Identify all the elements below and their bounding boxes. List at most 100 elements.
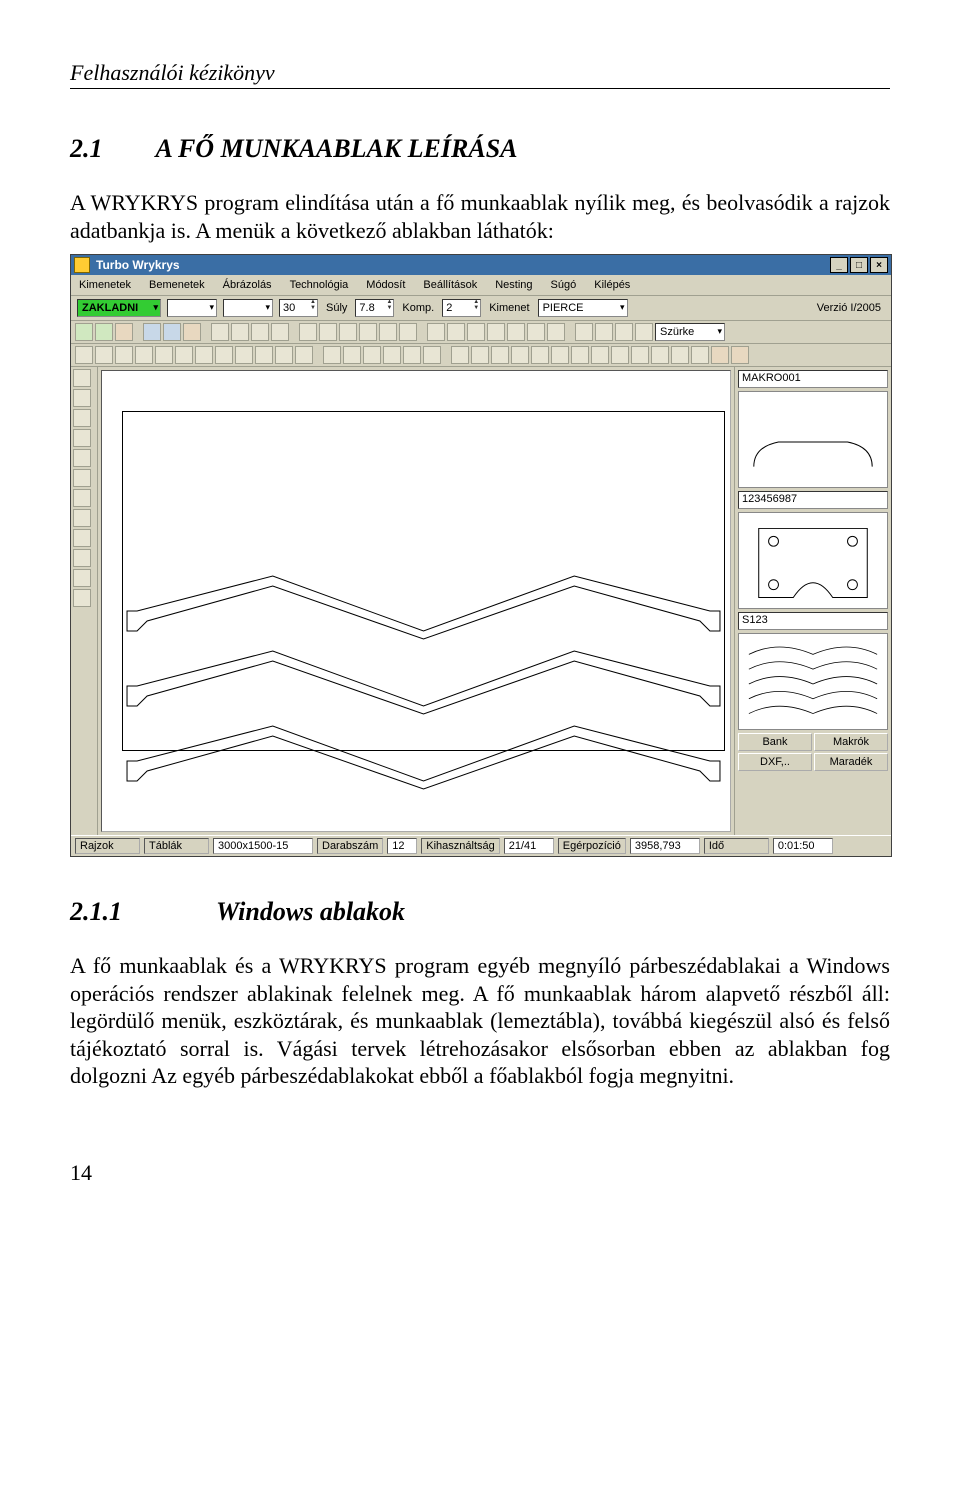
tool-icon[interactable]: [343, 346, 361, 364]
tool-icon[interactable]: [295, 346, 313, 364]
tool-icon[interactable]: [383, 346, 401, 364]
status-tablak[interactable]: Táblák: [144, 838, 209, 854]
tool-icon[interactable]: [339, 323, 357, 341]
menu-kilepes[interactable]: Kilépés: [594, 279, 630, 291]
tool-icon[interactable]: [75, 323, 93, 341]
status-rajzok[interactable]: Rajzok: [75, 838, 140, 854]
tool-icon[interactable]: [711, 346, 729, 364]
vtool-icon[interactable]: [73, 569, 91, 587]
tool-icon[interactable]: [595, 323, 613, 341]
material-combo[interactable]: ZAKLADNI: [77, 299, 161, 317]
minimize-button[interactable]: _: [830, 257, 848, 273]
tool-icon[interactable]: [471, 346, 489, 364]
color-combo[interactable]: Szürke: [655, 323, 725, 341]
tool-icon[interactable]: [423, 346, 441, 364]
vtool-icon[interactable]: [73, 509, 91, 527]
tool-icon[interactable]: [403, 346, 421, 364]
vtool-icon[interactable]: [73, 549, 91, 567]
tool-icon[interactable]: [591, 346, 609, 364]
tool-icon[interactable]: [571, 346, 589, 364]
tool-icon[interactable]: [575, 323, 593, 341]
qty-spin[interactable]: 30: [279, 299, 318, 317]
tool-icon[interactable]: [271, 323, 289, 341]
tool-icon[interactable]: [691, 346, 709, 364]
part-name-field[interactable]: MAKRO001: [738, 370, 888, 388]
tool-icon[interactable]: [251, 323, 269, 341]
tool-icon[interactable]: [491, 346, 509, 364]
vtool-icon[interactable]: [73, 489, 91, 507]
makrok-button[interactable]: Makrók: [814, 733, 888, 751]
tool-icon[interactable]: [183, 323, 201, 341]
tool-icon[interactable]: [95, 346, 113, 364]
tool-icon[interactable]: [195, 346, 213, 364]
menu-modosit[interactable]: Módosít: [366, 279, 405, 291]
tool-icon[interactable]: [359, 323, 377, 341]
tool-icon[interactable]: [175, 346, 193, 364]
tool-icon[interactable]: [115, 323, 133, 341]
tool-icon[interactable]: [379, 323, 397, 341]
tool-icon[interactable]: [363, 346, 381, 364]
suly-spin[interactable]: 7.8: [355, 299, 394, 317]
bank-button[interactable]: Bank: [738, 733, 812, 751]
tool-icon[interactable]: [275, 346, 293, 364]
tool-icon[interactable]: [399, 323, 417, 341]
tool-icon[interactable]: [527, 323, 545, 341]
tool-icon[interactable]: [447, 323, 465, 341]
tool-icon[interactable]: [507, 323, 525, 341]
thumbnail-1[interactable]: [738, 391, 888, 488]
vtool-icon[interactable]: [73, 369, 91, 387]
tool-icon[interactable]: [467, 323, 485, 341]
tool-icon[interactable]: [427, 323, 445, 341]
combo-3[interactable]: [223, 299, 273, 317]
tool-icon[interactable]: [635, 323, 653, 341]
vtool-icon[interactable]: [73, 429, 91, 447]
komp-spin[interactable]: 2: [442, 299, 481, 317]
tool-icon[interactable]: [731, 346, 749, 364]
vtool-icon[interactable]: [73, 389, 91, 407]
tool-icon[interactable]: [631, 346, 649, 364]
tool-icon[interactable]: [671, 346, 689, 364]
tool-icon[interactable]: [143, 323, 161, 341]
tool-icon[interactable]: [215, 346, 233, 364]
vtool-icon[interactable]: [73, 589, 91, 607]
tool-icon[interactable]: [511, 346, 529, 364]
vtool-icon[interactable]: [73, 469, 91, 487]
tool-icon[interactable]: [487, 323, 505, 341]
tool-icon[interactable]: [651, 346, 669, 364]
thumbnail-3[interactable]: [738, 633, 888, 730]
tool-icon[interactable]: [547, 323, 565, 341]
vtool-icon[interactable]: [73, 409, 91, 427]
menu-sugo[interactable]: Súgó: [551, 279, 577, 291]
tool-icon[interactable]: [155, 346, 173, 364]
tool-icon[interactable]: [531, 346, 549, 364]
tool-icon[interactable]: [115, 346, 133, 364]
tool-icon[interactable]: [615, 323, 633, 341]
menu-technologia[interactable]: Technológia: [290, 279, 349, 291]
tool-icon[interactable]: [611, 346, 629, 364]
part-name-field[interactable]: S123: [738, 612, 888, 630]
dxf-button[interactable]: DXF,..: [738, 753, 812, 771]
close-button[interactable]: ×: [870, 257, 888, 273]
maradek-button[interactable]: Maradék: [814, 753, 888, 771]
menu-bemenetek[interactable]: Bemenetek: [149, 279, 205, 291]
tool-icon[interactable]: [163, 323, 181, 341]
tool-icon[interactable]: [551, 346, 569, 364]
tool-icon[interactable]: [75, 346, 93, 364]
tool-icon[interactable]: [319, 323, 337, 341]
tool-icon[interactable]: [95, 323, 113, 341]
tool-icon[interactable]: [135, 346, 153, 364]
thumbnail-2[interactable]: [738, 512, 888, 609]
combo-2[interactable]: [167, 299, 217, 317]
part-name-field[interactable]: 123456987: [738, 491, 888, 509]
vtool-icon[interactable]: [73, 449, 91, 467]
menu-beallitasok[interactable]: Beállítások: [423, 279, 477, 291]
tool-icon[interactable]: [231, 323, 249, 341]
menu-abrazolas[interactable]: Ábrázolás: [223, 279, 272, 291]
vtool-icon[interactable]: [73, 529, 91, 547]
tool-icon[interactable]: [211, 323, 229, 341]
maximize-button[interactable]: □: [850, 257, 868, 273]
tool-icon[interactable]: [235, 346, 253, 364]
tool-icon[interactable]: [299, 323, 317, 341]
menu-kimenetek[interactable]: Kimenetek: [79, 279, 131, 291]
tool-icon[interactable]: [323, 346, 341, 364]
